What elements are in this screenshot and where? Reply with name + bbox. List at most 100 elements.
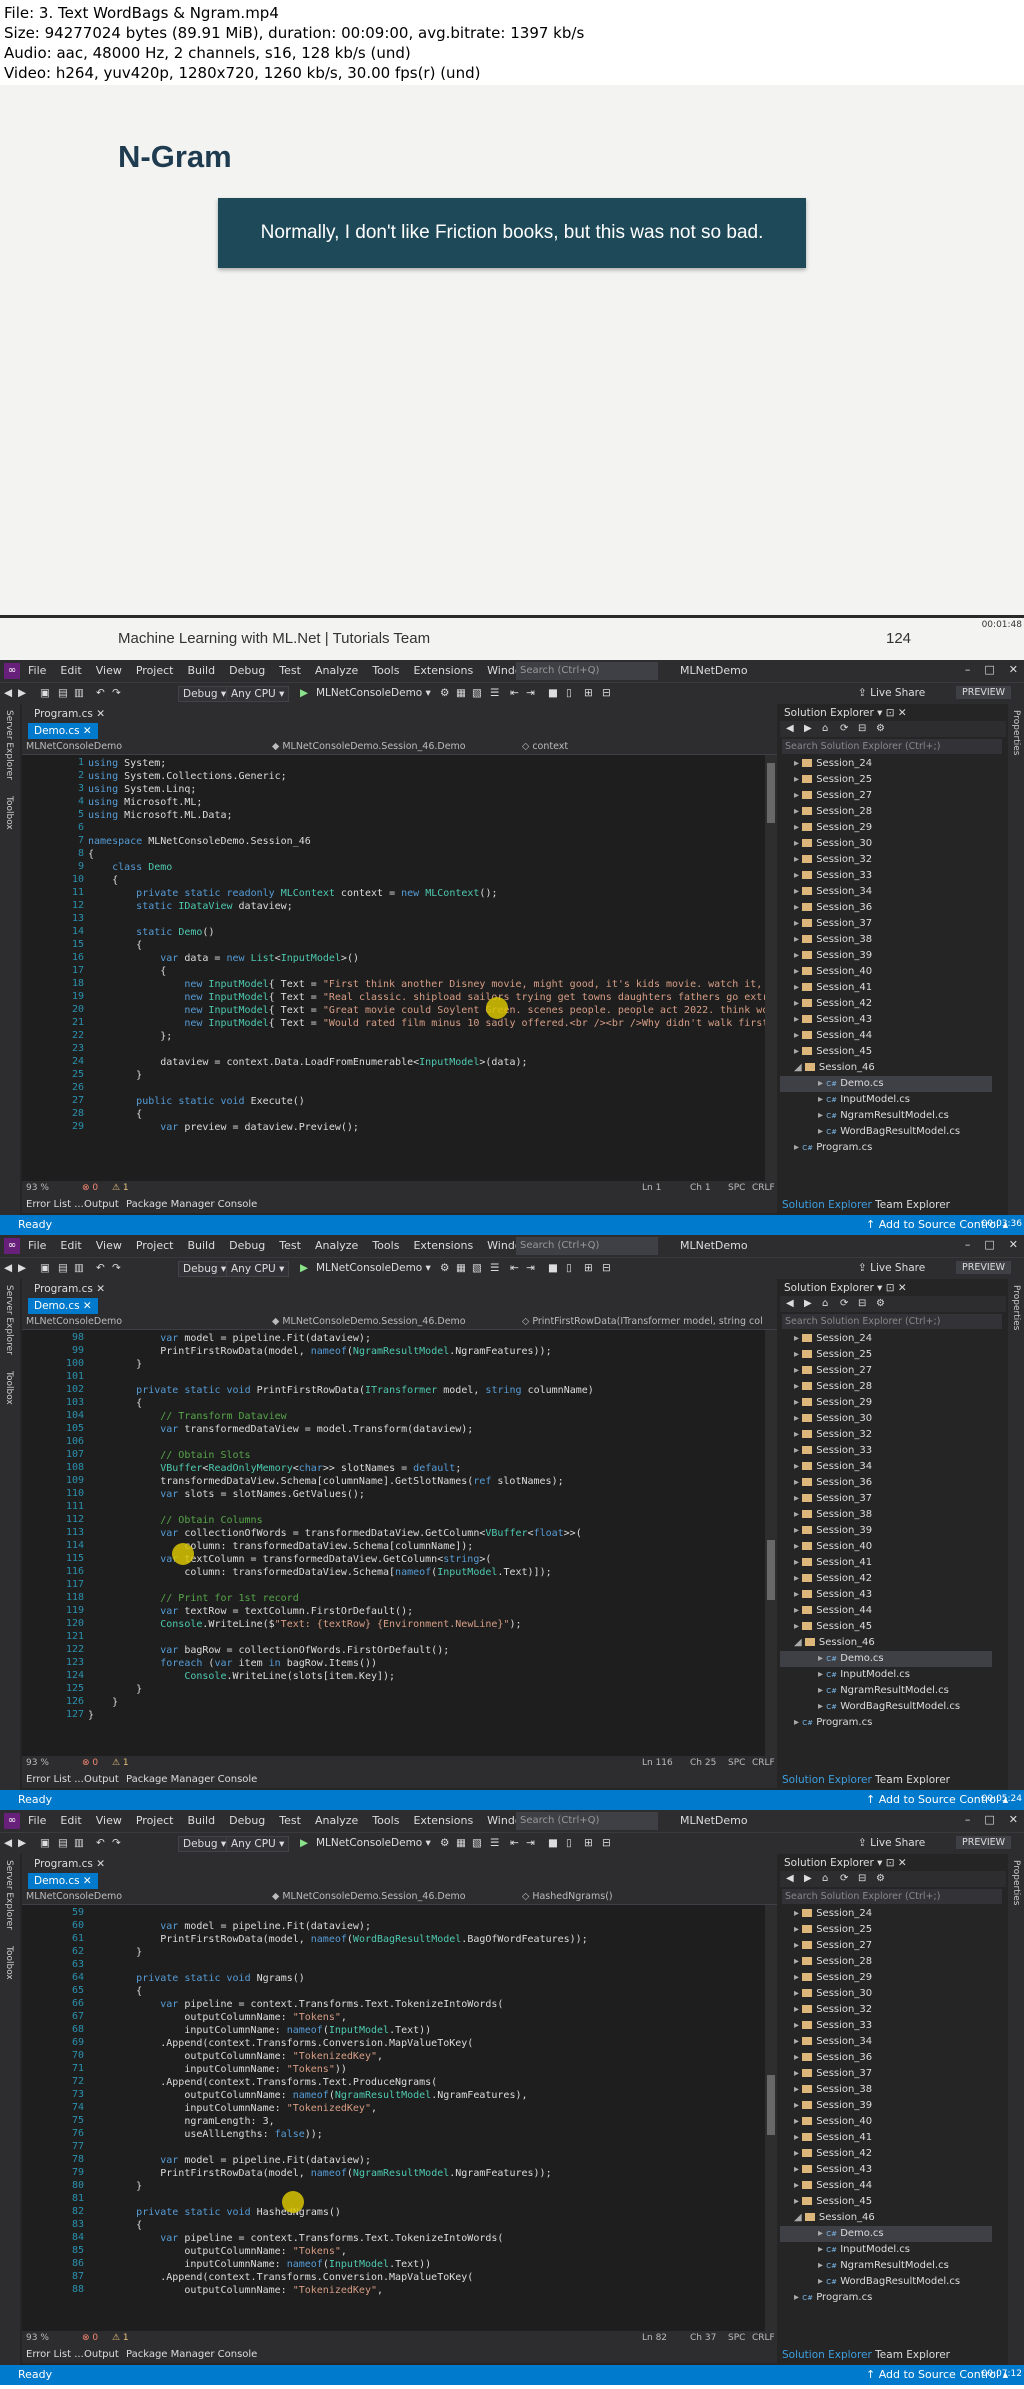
expand-arrow-icon[interactable]: ▸ [794, 2068, 802, 2079]
expand-arrow-icon[interactable]: ▸ [794, 806, 802, 817]
tree-item[interactable]: ▸ Session_30 [780, 836, 992, 852]
tree-item[interactable]: ▸ Session_39 [780, 2098, 992, 2114]
solution-tool-icon[interactable]: ⊟ [858, 1298, 866, 1309]
nav-member-dropdown[interactable]: ◇ PrintFirstRowData(ITransformer model, … [522, 1316, 763, 1327]
expand-arrow-icon[interactable]: ▸ [794, 1573, 802, 1584]
tree-item[interactable]: ▸ Session_45 [780, 2194, 992, 2210]
tree-item[interactable]: ▸ Session_45 [780, 1619, 992, 1635]
expand-arrow-icon[interactable]: ◢ [794, 1062, 805, 1073]
menu-item-tools[interactable]: Tools [372, 664, 399, 677]
expand-arrow-icon[interactable]: ▸ [794, 1046, 802, 1057]
code-line[interactable]: private static void HashedNgrams() [88, 2206, 341, 2219]
tree-item[interactable]: ▸ C# NgramResultModel.cs [780, 2258, 992, 2274]
tree-item[interactable]: ▸ Session_29 [780, 1395, 992, 1411]
code-line[interactable]: dataview = context.Data.LoadFromEnumerab… [88, 1056, 527, 1069]
solution-tool-icon[interactable]: ⚙ [876, 1873, 885, 1884]
code-line[interactable]: inputColumnName: nameof(InputModel.Text)… [88, 2024, 431, 2037]
code-line[interactable]: PrintFirstRowData(model, nameof(NgramRes… [88, 2167, 551, 2180]
expand-arrow-icon[interactable]: ▸ [818, 2228, 826, 2239]
zoom-level[interactable]: 93 % [26, 2333, 49, 2343]
tree-item[interactable]: ▸ C# InputModel.cs [780, 2242, 992, 2258]
expand-arrow-icon[interactable]: ▸ [794, 1397, 802, 1408]
code-line[interactable]: // Transform Dataview [88, 1410, 286, 1423]
tree-item[interactable]: ▸ Session_24 [780, 756, 992, 772]
tree-item[interactable]: ▸ Session_37 [780, 2066, 992, 2082]
expand-arrow-icon[interactable]: ▸ [794, 2052, 802, 2063]
solution-tool-icon[interactable]: ⌂ [822, 723, 828, 734]
code-line[interactable]: inputColumnName: "TokenizedKey", [88, 2102, 377, 2115]
toolbox-tab[interactable]: Toolbox [4, 1371, 14, 1405]
code-line[interactable]: } [88, 1946, 142, 1959]
error-count[interactable]: ⊗ 0 [82, 2333, 98, 2343]
code-line[interactable]: private static void Ngrams() [88, 1972, 305, 1985]
menu-item-tools[interactable]: Tools [372, 1814, 399, 1827]
start-icon[interactable]: ▶ [300, 1837, 308, 1849]
code-line[interactable]: static IDataView dataview; [88, 900, 293, 913]
tree-item[interactable]: ▸ Session_41 [780, 2130, 992, 2146]
zoom-level[interactable]: 93 % [26, 1758, 49, 1768]
tree-item[interactable]: ▸ Session_25 [780, 1347, 992, 1363]
toolbar-tool-icon[interactable]: ▯ [566, 1837, 572, 1849]
toolbar-tool-icon[interactable]: ☰ [490, 1262, 499, 1274]
expand-arrow-icon[interactable]: ▸ [794, 1493, 802, 1504]
close-icon[interactable]: ✕ [1009, 1813, 1018, 1826]
bottom-tab-error-list[interactable]: Error List ... [26, 2349, 84, 2360]
toolbar-tool-icon[interactable]: ▧ [472, 1262, 482, 1274]
solution-search-input[interactable]: Search Solution Explorer (Ctrl+;) [782, 1314, 1002, 1329]
tree-item[interactable]: ▸ Session_38 [780, 2082, 992, 2098]
tree-item[interactable]: ▸ Session_41 [780, 1555, 992, 1571]
menu-item-build[interactable]: Build [187, 1239, 215, 1252]
line-ending[interactable]: CRLF [752, 1758, 775, 1768]
indent-mode[interactable]: SPC [728, 2333, 745, 2343]
expand-arrow-icon[interactable]: ▸ [818, 1685, 826, 1696]
nav-project-dropdown[interactable]: MLNetConsoleDemo [26, 1891, 122, 1902]
expand-arrow-icon[interactable]: ▸ [818, 1669, 826, 1680]
code-line[interactable]: { [88, 1397, 142, 1410]
toolbar-tool-icon[interactable]: ▯ [566, 1262, 572, 1274]
code-line[interactable]: var model = pipeline.Fit(dataview); [88, 2154, 371, 2167]
menu-item-extensions[interactable]: Extensions [413, 664, 473, 677]
maximize-icon[interactable]: □ [984, 1813, 994, 1826]
expand-arrow-icon[interactable]: ▸ [794, 1557, 802, 1568]
server-explorer-tab[interactable]: Server Explorer [4, 1285, 14, 1355]
tree-item[interactable]: ▸ C# Program.cs [780, 2290, 992, 2306]
forward-icon[interactable]: ▶ [18, 1262, 26, 1274]
expand-arrow-icon[interactable]: ▸ [794, 1605, 802, 1616]
menu-item-test[interactable]: Test [279, 1239, 301, 1252]
expand-arrow-icon[interactable]: ▸ [818, 2276, 826, 2287]
expand-arrow-icon[interactable]: ▸ [818, 1126, 826, 1137]
save-all-icon[interactable]: ▥ [74, 687, 84, 699]
startup-project[interactable]: MLNetConsoleDemo ▾ [316, 1837, 431, 1849]
menu-item-test[interactable]: Test [279, 1814, 301, 1827]
maximize-icon[interactable]: □ [984, 663, 994, 676]
expand-arrow-icon[interactable]: ▸ [794, 870, 802, 881]
code-line[interactable]: var data = new List<InputModel>() [88, 952, 359, 965]
code-line[interactable]: new InputModel{ Text = "Great movie coul… [88, 1004, 777, 1017]
solution-tool-icon[interactable]: ▶ [804, 1873, 812, 1884]
bottom-tab-package-manager-console[interactable]: Package Manager Console [126, 1774, 257, 1785]
code-line[interactable]: .Append(context.Transforms.Conversion.Ma… [88, 2271, 473, 2284]
expand-arrow-icon[interactable]: ▸ [794, 1365, 802, 1376]
expand-arrow-icon[interactable]: ▸ [794, 1956, 802, 1967]
expand-arrow-icon[interactable]: ▸ [794, 902, 802, 913]
tree-item[interactable]: ▸ C# Program.cs [780, 1140, 992, 1156]
bottom-tab-error-list[interactable]: Error List ... [26, 1774, 84, 1785]
tree-item[interactable]: ▸ Session_27 [780, 1363, 992, 1379]
menu-item-debug[interactable]: Debug [229, 1239, 265, 1252]
save-icon[interactable]: ▤ [58, 1262, 68, 1274]
toolbar-tool-icon[interactable]: ⚙ [440, 687, 449, 699]
code-line[interactable]: { [88, 1108, 142, 1121]
toolbar-tool-icon[interactable]: ▦ [456, 1837, 466, 1849]
save-all-icon[interactable]: ▥ [74, 1262, 84, 1274]
save-icon[interactable]: ▤ [58, 687, 68, 699]
code-line[interactable]: .Append(context.Transforms.Conversion.Ma… [88, 2037, 473, 2050]
warning-count[interactable]: ⚠ 1 [112, 1758, 129, 1768]
expand-arrow-icon[interactable]: ▸ [794, 966, 802, 977]
expand-arrow-icon[interactable]: ▸ [794, 2084, 802, 2095]
expand-arrow-icon[interactable]: ▸ [794, 2116, 802, 2127]
line-ending[interactable]: CRLF [752, 1183, 775, 1193]
tree-item[interactable]: ▸ Session_29 [780, 1970, 992, 1986]
expand-arrow-icon[interactable]: ▸ [794, 1972, 802, 1983]
close-icon[interactable]: ✕ [1009, 663, 1018, 676]
new-file-icon[interactable]: ▣ [40, 1837, 50, 1849]
